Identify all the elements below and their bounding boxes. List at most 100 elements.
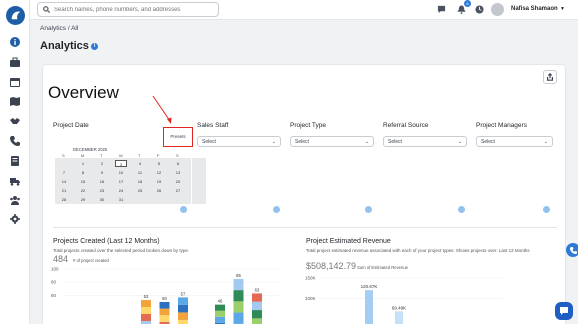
- nav-phone[interactable]: [6, 133, 24, 149]
- referral-source-select[interactable]: Select ⌄: [383, 136, 467, 147]
- sales-staff-label: Sales Staff: [197, 122, 229, 129]
- project-managers-value: Select: [481, 139, 495, 145]
- calendar-day[interactable]: 11: [134, 169, 146, 176]
- nav-handshake[interactable]: [6, 113, 24, 129]
- chat-icon: [560, 307, 568, 315]
- calendar-day[interactable]: 21: [58, 187, 70, 194]
- nav-projects[interactable]: [6, 54, 24, 70]
- calendar-dow: W: [119, 153, 123, 158]
- nav-settings[interactable]: [6, 211, 24, 227]
- nav-analytics[interactable]: [6, 34, 24, 50]
- calendar-day[interactable]: 19: [153, 178, 165, 185]
- calendar-day[interactable]: 12: [153, 169, 165, 176]
- sales-staff-value: Select: [202, 139, 216, 145]
- calendar-day[interactable]: 5: [153, 160, 165, 167]
- phone-fab-button[interactable]: [566, 243, 578, 257]
- presets-button[interactable]: Presets: [163, 127, 193, 147]
- history-button[interactable]: [474, 4, 485, 15]
- calendar-day[interactable]: 15: [77, 178, 89, 185]
- projects-created-total-label: # of project created: [73, 258, 109, 263]
- nav-delivery[interactable]: [6, 173, 24, 189]
- user-name[interactable]: Nafisa Shamaon: [511, 6, 558, 12]
- projects-created-title: Projects Created (Last 12 Months): [53, 238, 160, 245]
- calendar-day[interactable]: 9: [96, 169, 108, 176]
- calendar-day[interactable]: 26: [153, 187, 165, 194]
- calendar-day[interactable]: 7: [58, 169, 70, 176]
- calendar-day[interactable]: 6: [172, 160, 184, 167]
- briefcase-icon: [10, 57, 20, 67]
- calendar-month: DECEMBER 2025: [73, 147, 108, 152]
- calendar-day[interactable]: 31: [115, 196, 127, 203]
- bar-segment: [178, 304, 188, 313]
- avatar[interactable]: [491, 3, 504, 16]
- calendar-day[interactable]: 10: [115, 169, 127, 176]
- chevron-down-icon[interactable]: ▼: [560, 6, 565, 12]
- bar-data-label: 53: [144, 294, 149, 299]
- calendar-day[interactable]: 1: [77, 160, 89, 167]
- nav-calendar[interactable]: [6, 74, 24, 90]
- referral-source-slider-handle[interactable]: [458, 206, 465, 213]
- calendar-dow: F: [157, 153, 160, 158]
- sidebar: [0, 0, 30, 324]
- bar-segment: [233, 312, 244, 324]
- search-box[interactable]: [37, 2, 219, 17]
- calendar-day[interactable]: 30: [96, 196, 108, 203]
- calendar-day[interactable]: 22: [77, 187, 89, 194]
- nav-team[interactable]: [6, 192, 24, 208]
- bar-data-label: 46: [218, 299, 223, 304]
- logo-icon: [11, 11, 21, 20]
- calendar-day[interactable]: 2: [96, 160, 108, 167]
- calendar-dow: T: [100, 153, 103, 158]
- calendar-day[interactable]: 16: [96, 178, 108, 185]
- nav-invoices[interactable]: [6, 153, 24, 169]
- calendar-day[interactable]: 4: [134, 160, 146, 167]
- projects-created-total: 484: [53, 254, 69, 264]
- project-type-slider-handle[interactable]: [365, 206, 372, 213]
- calendar-day[interactable]: 27: [172, 187, 184, 194]
- breadcrumb[interactable]: Analytics / All: [40, 25, 78, 32]
- page-title: Analytics: [40, 40, 89, 52]
- map-icon: [10, 97, 20, 106]
- calendar-day[interactable]: 17: [115, 178, 127, 185]
- y-tick-label: 150K: [305, 276, 316, 281]
- sales-staff-slider-handle[interactable]: [273, 206, 280, 213]
- referral-source-label: Referral Source: [383, 122, 429, 129]
- project-managers-slider-handle[interactable]: [543, 206, 550, 213]
- calendar-day[interactable]: 13: [172, 169, 184, 176]
- bar-segment: [159, 308, 170, 316]
- section-divider: [53, 227, 557, 228]
- calendar-day[interactable]: 29: [77, 196, 89, 203]
- date-slider-handle[interactable]: [180, 206, 187, 213]
- info-circle-icon: [10, 37, 20, 47]
- nav-map[interactable]: [6, 93, 24, 109]
- project-managers-select[interactable]: Select ⌄: [476, 136, 553, 147]
- calendar-dow: M: [81, 153, 85, 158]
- bar-segment: [159, 302, 170, 309]
- topbar: 6 Nafisa Shamaon ▼: [30, 0, 578, 20]
- notifications-button[interactable]: 6: [456, 0, 471, 15]
- calendar-day[interactable]: 14: [58, 178, 70, 185]
- bar-data-label: 85: [236, 273, 241, 278]
- project-type-select[interactable]: Select ⌄: [290, 136, 374, 147]
- chat-button[interactable]: [436, 4, 447, 15]
- search-input[interactable]: [54, 6, 214, 13]
- calendar-day[interactable]: 24: [115, 187, 127, 194]
- info-icon[interactable]: i: [91, 43, 98, 50]
- app-logo[interactable]: [6, 6, 25, 25]
- calendar-day[interactable]: 23: [96, 187, 108, 194]
- bar-segment: [159, 315, 170, 322]
- calendar-day[interactable]: 18: [134, 178, 146, 185]
- calendar-day[interactable]: 28: [58, 196, 70, 203]
- clock-icon: [475, 5, 484, 14]
- chat-fab-button[interactable]: [555, 302, 573, 320]
- revenue-bar: [395, 311, 403, 324]
- sales-staff-select[interactable]: Select ⌄: [197, 136, 281, 147]
- notification-badge: 6: [464, 0, 471, 7]
- calendar-day[interactable]: 25: [134, 187, 146, 194]
- calendar-day[interactable]: 8: [77, 169, 89, 176]
- calendar-day[interactable]: 20: [172, 178, 184, 185]
- share-button[interactable]: [543, 70, 557, 84]
- calendar-day[interactable]: 3: [115, 160, 127, 167]
- y-tick-label: 100: [51, 267, 59, 272]
- bar-segment: [215, 304, 225, 311]
